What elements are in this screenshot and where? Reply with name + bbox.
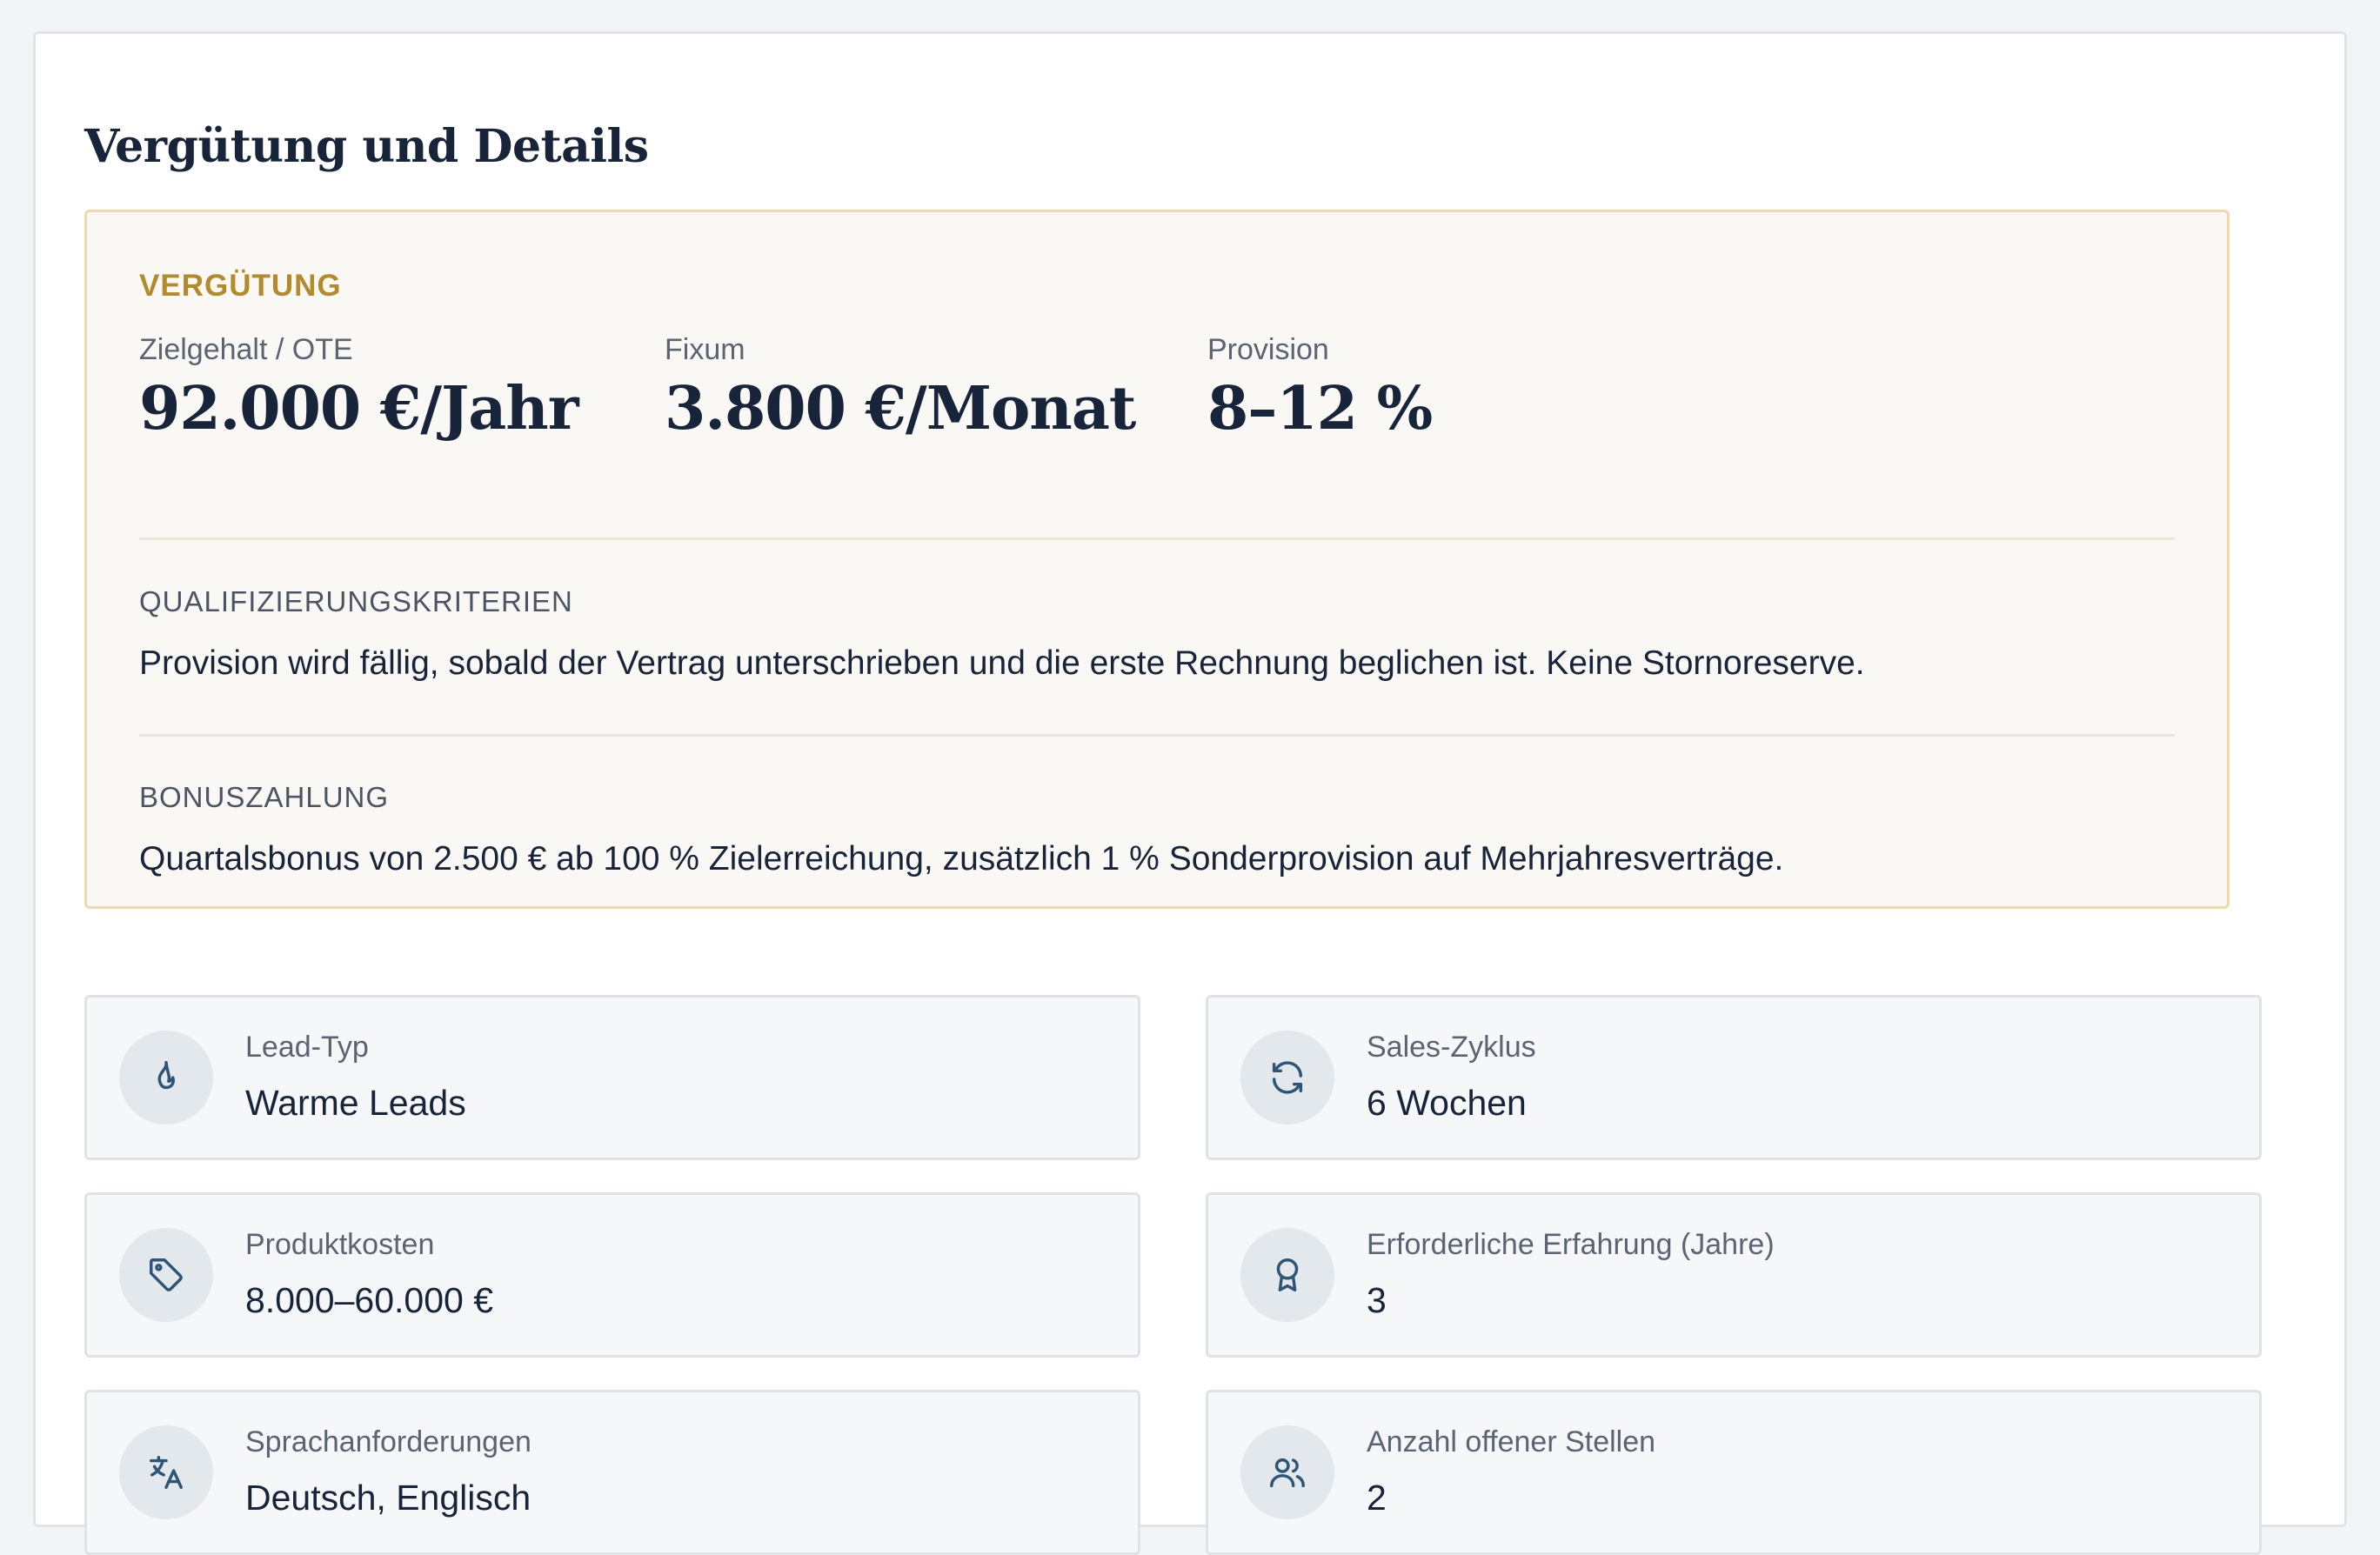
detail-label: Lead-Typ xyxy=(245,1031,369,1064)
compensation-heading: VERGÜTUNG xyxy=(139,269,342,303)
detail-value: 3 xyxy=(1367,1280,1387,1320)
detail-card-sales-cycle: Sales-Zyklus 6 Wochen xyxy=(1206,995,2262,1160)
section-title: Vergütung und Details xyxy=(84,120,649,173)
detail-card-lead-type: Lead-Typ Warme Leads xyxy=(84,995,1140,1160)
stat-value: 8–12 % xyxy=(1207,374,1433,444)
detail-value: 6 Wochen xyxy=(1367,1083,1527,1123)
stat-label: Provision xyxy=(1207,333,1329,366)
detail-card-product-cost: Produktkosten 8.000–60.000 € xyxy=(84,1192,1140,1358)
detail-value: 2 xyxy=(1367,1478,1387,1518)
qualification-text: Provision wird fällig, sobald der Vertra… xyxy=(139,644,1865,682)
bonus-text: Quartalsbonus von 2.500 € ab 100 % Ziele… xyxy=(139,840,1784,878)
stat-value: 3.800 €/Monat xyxy=(665,374,1136,444)
award-icon xyxy=(1240,1228,1334,1322)
users-icon xyxy=(1240,1425,1334,1519)
flame-icon xyxy=(119,1031,213,1125)
detail-label: Sprachanforderungen xyxy=(245,1425,531,1458)
language-icon xyxy=(119,1425,213,1519)
stat-value: 92.000 €/Jahr xyxy=(139,374,579,444)
detail-value: 8.000–60.000 € xyxy=(245,1280,493,1320)
stat-provision: Provision 8–12 % xyxy=(1207,331,1433,444)
tag-icon xyxy=(119,1228,213,1322)
detail-card-languages: Sprachanforderungen Deutsch, Englisch xyxy=(84,1390,1140,1555)
stat-fixum: Fixum 3.800 €/Monat xyxy=(665,331,1136,444)
detail-label: Sales-Zyklus xyxy=(1367,1031,1536,1064)
bonus-heading: BONUSZAHLUNG xyxy=(139,781,390,813)
detail-card-open-positions: Anzahl offener Stellen 2 xyxy=(1206,1390,2262,1555)
qualification-heading: QUALIFIZIERUNGSKRITERIEN xyxy=(139,585,573,617)
stat-ote: Zielgehalt / OTE 92.000 €/Jahr xyxy=(139,331,579,444)
stat-label: Fixum xyxy=(665,333,745,366)
divider xyxy=(139,537,2175,540)
detail-card-experience: Erforderliche Erfahrung (Jahre) 3 xyxy=(1206,1192,2262,1358)
detail-value: Warme Leads xyxy=(245,1083,466,1123)
refresh-icon xyxy=(1240,1031,1334,1125)
detail-label: Erforderliche Erfahrung (Jahre) xyxy=(1367,1228,1775,1261)
detail-value: Deutsch, Englisch xyxy=(245,1478,531,1518)
detail-label: Anzahl offener Stellen xyxy=(1367,1425,1656,1458)
stat-label: Zielgehalt / OTE xyxy=(139,333,353,366)
divider xyxy=(139,734,2175,737)
detail-label: Produktkosten xyxy=(245,1228,435,1261)
compensation-box: VERGÜTUNG Zielgehalt / OTE 92.000 €/Jahr… xyxy=(84,210,2230,909)
